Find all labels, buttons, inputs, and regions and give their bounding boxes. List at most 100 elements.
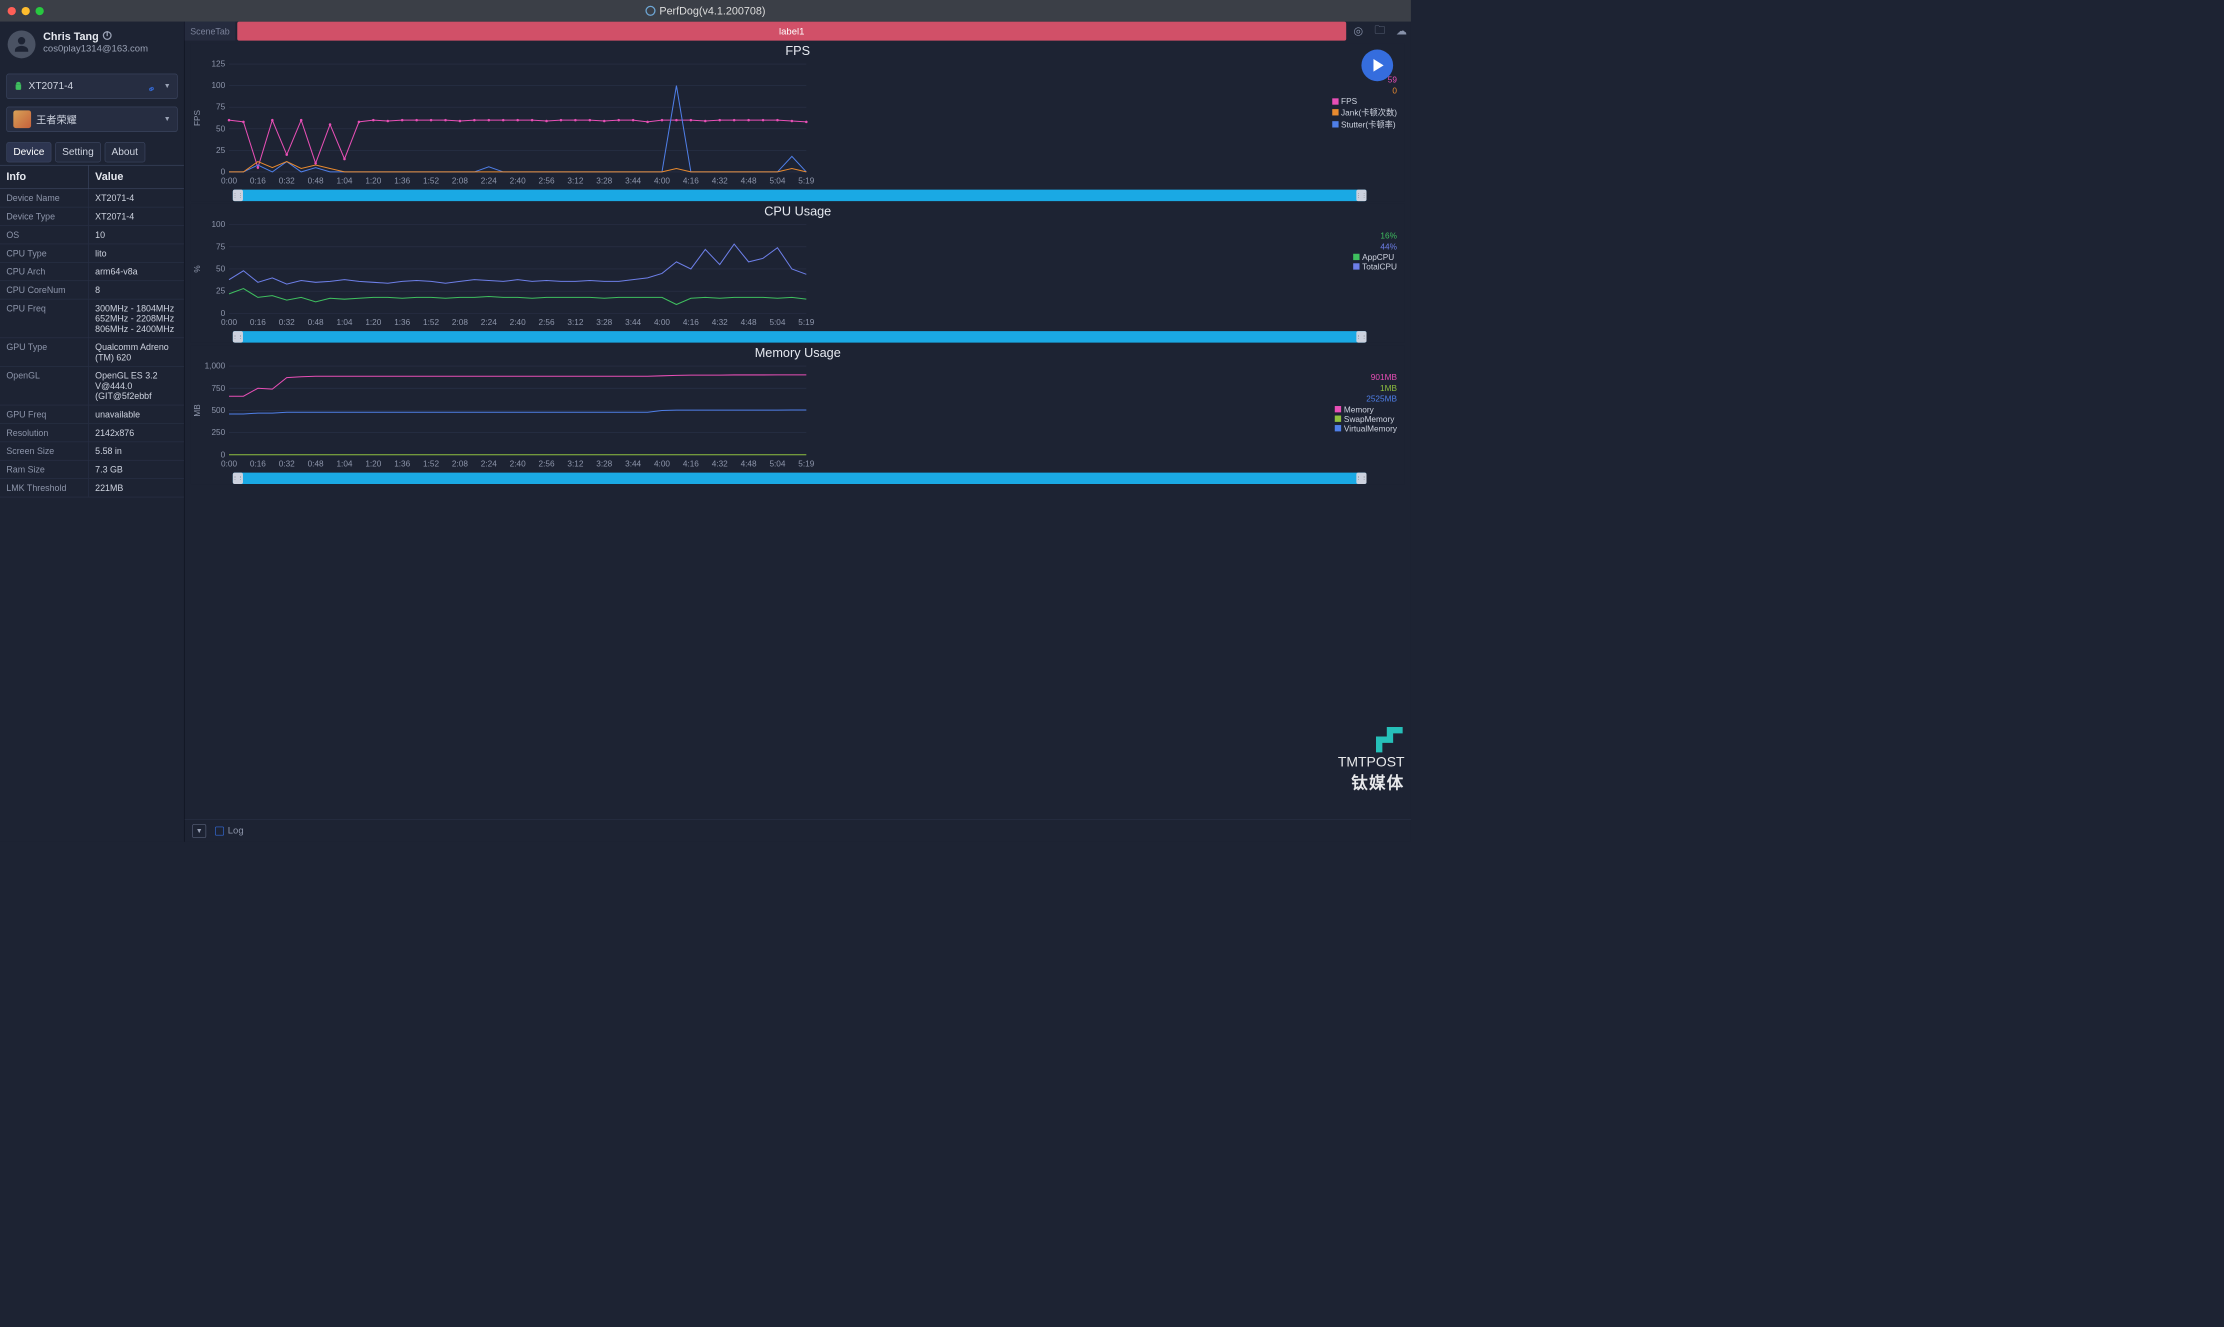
- svg-text:4:48: 4:48: [741, 459, 757, 468]
- table-row: CPU CoreNum8: [0, 281, 184, 299]
- body: Chris Tang cos0play1314@163.com XT2071-4…: [0, 22, 1411, 842]
- scroll-handle-right[interactable]: ⋮⋮: [1356, 331, 1366, 342]
- chart-title: FPS: [191, 43, 1405, 60]
- value-cell: 300MHz - 1804MHz 652MHz - 2208MHz 806MHz…: [89, 299, 184, 337]
- play-button[interactable]: [1361, 49, 1393, 81]
- info-cell: LMK Threshold: [0, 479, 89, 497]
- svg-text:5:04: 5:04: [769, 176, 785, 185]
- svg-text:2:08: 2:08: [452, 459, 468, 468]
- value-cell: 5.58 in: [89, 442, 184, 460]
- legend-item[interactable]: VirtualMemory: [1335, 423, 1397, 433]
- zoom-icon[interactable]: [36, 7, 44, 15]
- legend-swatch: [1335, 416, 1341, 422]
- chart-scrollbar[interactable]: ⋮⋮ ⋮⋮: [233, 331, 1367, 342]
- app-window: PerfDog(v4.1.200708) Chris Tang cos0play…: [0, 0, 1411, 842]
- legend-item[interactable]: AppCPU: [1353, 252, 1397, 262]
- table-row: GPU TypeQualcomm Adreno (TM) 620: [0, 338, 184, 367]
- svg-text:3:28: 3:28: [596, 318, 612, 327]
- cloud-icon[interactable]: ☁: [1392, 22, 1411, 41]
- scene-tab[interactable]: SceneTab: [185, 22, 236, 41]
- legend-name: Memory: [1344, 404, 1374, 414]
- minimize-icon[interactable]: [22, 7, 30, 15]
- globe-icon: [645, 5, 655, 15]
- tab-about[interactable]: About: [104, 142, 144, 162]
- legend-name: SwapMemory: [1344, 414, 1394, 424]
- svg-text:3:28: 3:28: [596, 176, 612, 185]
- user-name: Chris Tang: [43, 30, 99, 42]
- power-icon[interactable]: [102, 31, 111, 40]
- svg-text:0:48: 0:48: [308, 176, 324, 185]
- svg-text:1:52: 1:52: [423, 459, 439, 468]
- svg-text:1:36: 1:36: [394, 459, 410, 468]
- scroll-handle-right[interactable]: ⋮⋮: [1356, 190, 1366, 201]
- close-icon[interactable]: [8, 7, 16, 15]
- legend-item[interactable]: SwapMemory: [1335, 414, 1397, 424]
- scroll-handle-left[interactable]: ⋮⋮: [233, 331, 243, 342]
- svg-text:4:32: 4:32: [712, 318, 728, 327]
- legend-swatch: [1335, 425, 1341, 431]
- svg-text:2:40: 2:40: [510, 176, 526, 185]
- avatar[interactable]: [8, 30, 36, 58]
- table-row: OpenGLOpenGL ES 3.2 V@444.0 (GIT@5f2ebbf: [0, 367, 184, 406]
- scroll-handle-left[interactable]: ⋮⋮: [233, 473, 243, 484]
- svg-text:1,000: 1,000: [205, 362, 226, 370]
- legend-name: TotalCPU: [1362, 262, 1397, 272]
- log-checkbox[interactable]: [215, 826, 224, 835]
- info-cell: CPU Freq: [0, 299, 89, 337]
- svg-text:0: 0: [221, 450, 226, 459]
- scroll-handle-right[interactable]: ⋮⋮: [1356, 473, 1366, 484]
- svg-text:0:00: 0:00: [221, 176, 237, 185]
- watermark: TMTPOST钛媒体: [1338, 727, 1405, 794]
- svg-text:1:20: 1:20: [365, 176, 381, 185]
- svg-text:0:16: 0:16: [250, 459, 266, 468]
- svg-text:0:48: 0:48: [308, 459, 324, 468]
- legend-swatch: [1332, 98, 1338, 104]
- scene-label[interactable]: label1: [237, 22, 1346, 41]
- legend-item[interactable]: FPS: [1332, 96, 1397, 106]
- legend-item[interactable]: Jank(卡顿次数): [1332, 106, 1397, 118]
- tab-setting[interactable]: Setting: [55, 142, 101, 162]
- chart-fps: FPS590FPSJank(卡顿次数)Stutter(卡顿率)025507510…: [191, 43, 1405, 201]
- info-cell: GPU Freq: [0, 405, 89, 423]
- value-cell: 2142x876: [89, 424, 184, 442]
- scroll-handle-left[interactable]: ⋮⋮: [233, 190, 243, 201]
- value-cell: OpenGL ES 3.2 V@444.0 (GIT@5f2ebbf: [89, 367, 184, 405]
- svg-text:5:19: 5:19: [798, 176, 814, 185]
- svg-text:4:00: 4:00: [654, 318, 670, 327]
- collapse-button[interactable]: ▼: [192, 824, 206, 838]
- legend-value: 901MB: [1335, 372, 1397, 382]
- svg-text:1:36: 1:36: [394, 176, 410, 185]
- device-name: XT2071-4: [29, 81, 141, 92]
- locate-icon[interactable]: ◎: [1349, 22, 1368, 41]
- legend-name: FPS: [1341, 96, 1357, 106]
- legend-item[interactable]: TotalCPU: [1353, 262, 1397, 272]
- user-email: cos0play1314@163.com: [43, 43, 148, 54]
- legend-value: 0: [1332, 86, 1397, 96]
- svg-text:5:04: 5:04: [769, 318, 785, 327]
- svg-text:2:24: 2:24: [481, 459, 497, 468]
- svg-text:1:20: 1:20: [365, 318, 381, 327]
- info-cell: CPU CoreNum: [0, 281, 89, 299]
- device-picker[interactable]: XT2071-4 ⚭ ▼: [6, 74, 177, 99]
- value-cell: 221MB: [89, 479, 184, 497]
- main-panel: SceneTab label1 ◎ 🗀 ☁ FPS590FPSJank(卡顿次数…: [185, 22, 1411, 842]
- svg-text:4:16: 4:16: [683, 459, 699, 468]
- legend-value: 16%: [1353, 231, 1397, 241]
- chart-scrollbar[interactable]: ⋮⋮ ⋮⋮: [233, 473, 1367, 484]
- legend-item[interactable]: Stutter(卡顿率): [1332, 118, 1397, 130]
- app-name: 王者荣耀: [36, 112, 159, 127]
- svg-text:100: 100: [211, 81, 225, 90]
- chevron-down-icon: ▼: [164, 82, 171, 90]
- legend-item[interactable]: Memory: [1335, 404, 1397, 414]
- svg-text:0:16: 0:16: [250, 318, 266, 327]
- svg-text:4:32: 4:32: [712, 459, 728, 468]
- tab-device[interactable]: Device: [6, 142, 51, 162]
- app-picker[interactable]: 王者荣耀 ▼: [6, 107, 177, 132]
- folder-icon[interactable]: 🗀: [1370, 22, 1389, 41]
- info-cell: OpenGL: [0, 367, 89, 405]
- svg-text:100: 100: [211, 221, 225, 229]
- svg-text:2:24: 2:24: [481, 176, 497, 185]
- chart-scrollbar[interactable]: ⋮⋮ ⋮⋮: [233, 190, 1367, 201]
- svg-text:1:04: 1:04: [336, 459, 352, 468]
- svg-text:4:00: 4:00: [654, 176, 670, 185]
